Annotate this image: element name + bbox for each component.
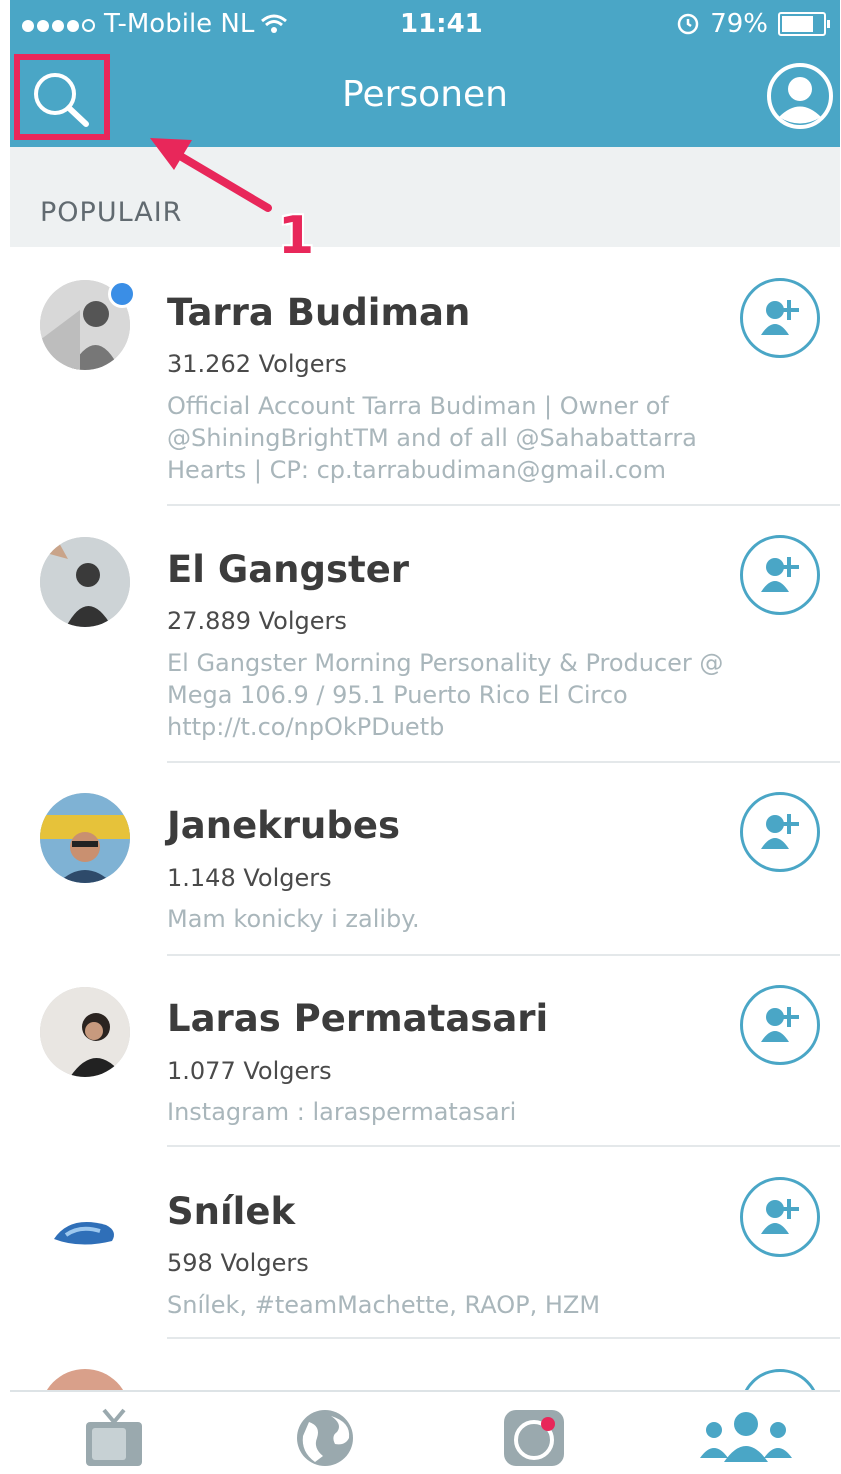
add-user-icon [761, 300, 799, 335]
avatar[interactable] [40, 987, 130, 1077]
follower-count: 1.148 Volgers [167, 864, 332, 892]
tab-globe[interactable] [293, 1408, 357, 1468]
avatar[interactable] [40, 537, 130, 627]
person-bio: Snílek, #teamMachette, RAOP, HZM [167, 1291, 601, 1319]
follow-button[interactable] [740, 278, 820, 358]
row-divider [167, 1337, 840, 1339]
profile-icon[interactable] [766, 62, 834, 130]
row-divider [167, 954, 840, 956]
tab-camera[interactable] [502, 1408, 566, 1468]
section-header: POPULAIR [10, 147, 840, 247]
row-divider [167, 761, 840, 763]
page-title: Personen [342, 74, 508, 115]
follow-button[interactable] [740, 1177, 820, 1257]
battery-icon [778, 12, 830, 36]
person-bio: El Gangster Morning Personality & Produc… [167, 649, 724, 741]
add-user-icon [761, 814, 799, 849]
person-name[interactable]: Snílek [167, 1190, 295, 1233]
tab-tv[interactable] [82, 1408, 146, 1468]
battery-percent: 79% [710, 9, 768, 39]
wifi-icon [261, 14, 288, 33]
alarm-icon [677, 13, 699, 35]
follow-button[interactable] [740, 792, 820, 872]
person-name[interactable]: Tarra Budiman [167, 291, 470, 334]
person-name[interactable]: Laras Permatasari [167, 997, 548, 1040]
add-user-icon [761, 1199, 799, 1234]
person-bio: Instagram : laraspermatasari [167, 1098, 517, 1126]
person-name[interactable]: Janekrubes [167, 804, 400, 847]
follower-count: 598 Volgers [167, 1249, 309, 1277]
signal-icon [22, 9, 98, 39]
follow-button[interactable] [740, 985, 820, 1065]
annotation-arrow [150, 138, 272, 212]
app-frame: T-Mobile NL 11:41 79% Personen POPULAIR … [10, 0, 840, 1474]
carrier-info: T-Mobile NL [22, 9, 288, 39]
add-user-icon [761, 557, 799, 592]
avatar[interactable] [40, 1179, 130, 1269]
person-bio: Official Account Tarra Budiman | Owner o… [167, 392, 697, 484]
follower-count: 31.262 Volgers [167, 350, 347, 378]
tab-people[interactable] [696, 1408, 796, 1464]
follower-count: 27.889 Volgers [167, 607, 347, 635]
person-name[interactable]: El Gangster [167, 548, 409, 591]
annotation-number: 1 [278, 206, 315, 266]
add-user-icon [761, 1007, 799, 1042]
tab-bar [10, 1390, 840, 1474]
verified-badge-icon [108, 280, 136, 308]
row-divider [167, 504, 840, 506]
carrier-name: T-Mobile NL [104, 9, 255, 39]
follow-button[interactable] [740, 535, 820, 615]
nav-bar: Personen [10, 52, 840, 147]
person-bio: Mam konicky i zaliby. [167, 905, 420, 933]
status-right: 79% [676, 9, 830, 39]
avatar[interactable] [40, 793, 130, 883]
status-bar: T-Mobile NL 11:41 79% [10, 0, 840, 52]
follower-count: 1.077 Volgers [167, 1057, 332, 1085]
row-divider [167, 1145, 840, 1147]
status-time: 11:41 [400, 9, 483, 39]
